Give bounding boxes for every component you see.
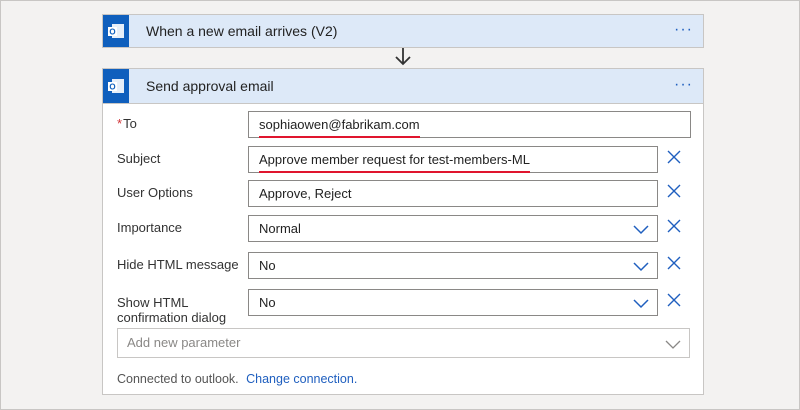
- trigger-card[interactable]: O When a new email arrives (V2) ···: [102, 14, 704, 48]
- field-row-user-options: User Options Approve, Reject: [103, 180, 703, 207]
- remove-show-confirmation-close-icon[interactable]: [666, 292, 682, 308]
- chevron-down-icon: [633, 299, 649, 309]
- subject-input[interactable]: Approve member request for test-members-…: [248, 146, 658, 173]
- field-row-hide-html: Hide HTML message No: [103, 252, 703, 279]
- user-options-input[interactable]: Approve, Reject: [248, 180, 658, 207]
- action-title: Send approval email: [146, 78, 274, 94]
- connected-text: Connected to outlook.: [117, 372, 239, 386]
- change-connection-link[interactable]: Change connection.: [246, 372, 357, 386]
- action-header[interactable]: O Send approval email ···: [103, 69, 703, 104]
- more-options-icon[interactable]: ···: [674, 76, 693, 94]
- more-options-icon[interactable]: ···: [674, 21, 693, 39]
- connection-footer: Connected to outlook. Change connection.: [117, 372, 357, 386]
- chevron-down-icon: [633, 262, 649, 272]
- arrow-down-icon: [395, 48, 411, 66]
- field-row-subject: Subject Approve member request for test-…: [103, 146, 703, 173]
- svg-text:O: O: [109, 83, 115, 92]
- field-row-importance: Importance Normal: [103, 215, 703, 242]
- field-row-to: *To sophiaowen@fabrikam.com: [103, 111, 703, 138]
- outlook-icon: O: [103, 15, 129, 47]
- show-confirmation-label: Show HTML confirmation dialog: [117, 295, 227, 325]
- outlook-icon: O: [103, 69, 129, 103]
- to-label: *To: [117, 116, 137, 131]
- chevron-down-icon: [665, 340, 681, 349]
- show-confirmation-value: No: [259, 295, 276, 310]
- subject-value: Approve member request for test-members-…: [259, 147, 530, 173]
- subject-label: Subject: [117, 151, 161, 166]
- trigger-title: When a new email arrives (V2): [146, 23, 338, 39]
- importance-value: Normal: [259, 221, 301, 236]
- action-card: O Send approval email ··· *To sophiaowen…: [102, 68, 704, 395]
- importance-dropdown[interactable]: Normal: [248, 215, 658, 242]
- to-value: sophiaowen@fabrikam.com: [259, 112, 420, 138]
- field-row-show-confirmation: Show HTML confirmation dialog No: [103, 289, 703, 325]
- importance-label: Importance: [117, 220, 183, 235]
- chevron-down-icon: [633, 225, 649, 235]
- trigger-header[interactable]: O When a new email arrives (V2) ···: [103, 15, 703, 47]
- show-confirmation-dropdown[interactable]: No: [248, 289, 658, 316]
- hide-html-value: No: [259, 258, 276, 273]
- remove-subject-close-icon[interactable]: [666, 149, 682, 165]
- remove-importance-close-icon[interactable]: [666, 218, 682, 234]
- remove-hide-html-close-icon[interactable]: [666, 255, 682, 271]
- svg-text:O: O: [109, 28, 115, 37]
- user-options-value: Approve, Reject: [259, 186, 352, 201]
- remove-user-options-close-icon[interactable]: [666, 183, 682, 199]
- hide-html-dropdown[interactable]: No: [248, 252, 658, 279]
- required-marker: *: [117, 116, 123, 131]
- add-parameter-dropdown[interactable]: Add new parameter: [117, 328, 690, 358]
- user-options-label: User Options: [117, 185, 193, 200]
- add-parameter-placeholder: Add new parameter: [127, 335, 241, 350]
- to-input[interactable]: sophiaowen@fabrikam.com: [248, 111, 691, 138]
- hide-html-label: Hide HTML message: [117, 257, 239, 272]
